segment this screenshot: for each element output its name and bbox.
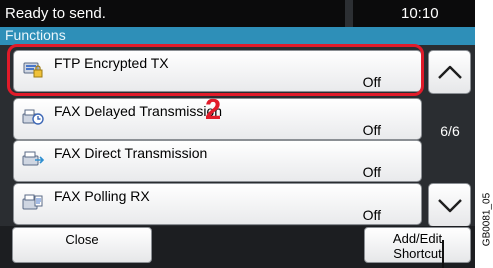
- add-edit-shortcut-button[interactable]: Add/Edit Shortcut: [364, 227, 471, 263]
- ftp-encrypted-icon: [22, 60, 44, 78]
- list-item-ftp-encrypted-tx[interactable]: FTP Encrypted TX Off: [13, 50, 422, 92]
- status-time: 10:10: [401, 5, 439, 22]
- fax-direct-icon: [22, 150, 45, 168]
- figure-code: GB0081_05: [475, 0, 493, 268]
- screen: Ready to send. 10:10 Functions FTP Encry…: [0, 0, 475, 268]
- callout-line: [442, 240, 444, 268]
- shortcut-label-line1: Add/Edit: [392, 231, 443, 246]
- item-label: FAX Direct Transmission: [54, 145, 208, 161]
- fax-polling-icon: [22, 193, 44, 211]
- list-item-fax-direct-transmission[interactable]: FAX Direct Transmission Off: [13, 140, 422, 182]
- item-label: FAX Polling RX: [54, 188, 150, 204]
- item-value: Off: [362, 207, 381, 223]
- section-title: Functions: [5, 27, 66, 43]
- chevron-up-icon: [438, 65, 462, 79]
- scroll-up-button[interactable]: [428, 50, 471, 94]
- status-message: Ready to send.: [5, 5, 106, 22]
- item-label: FTP Encrypted TX: [54, 55, 169, 71]
- status-bar: Ready to send. 10:10: [0, 0, 475, 27]
- page-indicator: 6/6: [440, 123, 460, 139]
- chevron-down-icon: [438, 199, 462, 213]
- figure-code-text: GB0081_05: [481, 192, 493, 247]
- item-value: Off: [362, 164, 381, 180]
- scroll-down-button[interactable]: [428, 183, 471, 227]
- item-value: Off: [362, 122, 381, 138]
- status-divider: [345, 0, 353, 27]
- shortcut-label-line2: Shortcut: [393, 246, 442, 261]
- list-item-fax-polling-rx[interactable]: FAX Polling RX Off: [13, 183, 422, 225]
- close-button[interactable]: Close: [12, 227, 152, 263]
- section-header: Functions: [0, 27, 475, 45]
- close-button-label: Close: [65, 232, 99, 247]
- item-value: Off: [362, 74, 381, 90]
- step-number: 2: [205, 94, 222, 126]
- fax-delayed-icon: [22, 108, 44, 126]
- item-label: FAX Delayed Transmission: [54, 103, 223, 119]
